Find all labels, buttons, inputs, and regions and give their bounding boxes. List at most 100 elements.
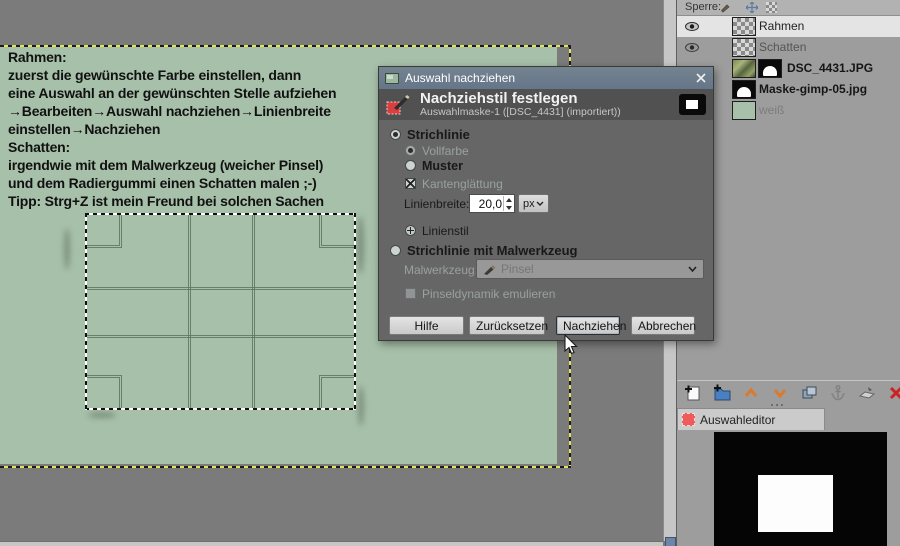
selection-editor-preview[interactable]: [714, 432, 887, 546]
linienstil-label[interactable]: Linienstil: [422, 224, 469, 238]
linienstil-expander-icon[interactable]: [405, 225, 416, 236]
dialog-header-title: Nachziehstil festlegen: [420, 90, 578, 107]
layer-thumbnail[interactable]: [732, 38, 756, 57]
malwerkzeug-dropdown[interactable]: Pinsel: [476, 259, 704, 279]
pinseldynamik-label[interactable]: Pinseldynamik emulieren: [422, 287, 555, 301]
new-layer-icon[interactable]: [684, 384, 702, 402]
eye-icon[interactable]: [685, 22, 699, 31]
vollfarbe-label[interactable]: Vollfarbe: [422, 144, 469, 158]
layer-thumbnail[interactable]: [732, 59, 756, 78]
canvas-text-line: Schatten:: [8, 139, 70, 155]
eye-icon[interactable]: [685, 43, 699, 52]
marching-ants-bottom: [85, 408, 356, 410]
linienbreite-label: Linienbreite:: [404, 197, 470, 211]
canvas-text-line: einstellen→Nachziehen: [8, 121, 161, 137]
nachziehen-button[interactable]: Nachziehen: [556, 316, 626, 335]
canvas-text-line: →Bearbeiten→Auswahl nachziehen→Linienbre…: [8, 103, 331, 119]
canvas-text-line: Rahmen:: [8, 49, 67, 65]
strichlinie-radio[interactable]: [390, 129, 401, 140]
selection-preview-shape: [758, 475, 833, 532]
marching-ants-top: [85, 213, 356, 215]
layer-boundary-top: [0, 45, 571, 47]
layer-thumbnail[interactable]: [732, 80, 756, 99]
stroke-style-icon: [386, 94, 410, 114]
muster-label[interactable]: Muster: [422, 159, 463, 173]
navigation-button[interactable]: [665, 537, 676, 546]
edit-layer-icon[interactable]: [858, 384, 876, 402]
spin-down-icon[interactable]: [506, 206, 512, 210]
brush-icon: [484, 264, 496, 275]
lock-alpha-icon[interactable]: [766, 2, 777, 13]
gimp-dialog-icon: [385, 73, 399, 84]
layer-name[interactable]: weiß: [759, 103, 784, 117]
layer-name[interactable]: Schatten: [759, 40, 806, 54]
duplicate-layer-icon[interactable]: [800, 384, 818, 402]
abbrechen-button[interactable]: Abbrechen: [631, 316, 696, 335]
lock-position-icon[interactable]: [746, 2, 758, 13]
stroke-selection-dialog: Auswahl nachziehen Nachziehstil festlege…: [378, 66, 714, 341]
dialog-header-subtitle: Auswahlmaske-1 ([DSC_4431] (importiert)): [420, 106, 621, 118]
dialog-title: Auswahl nachziehen: [405, 71, 516, 85]
malwerkzeug-label: Malwerkzeug:: [404, 263, 479, 277]
chevron-down-icon: [688, 266, 697, 272]
spin-up-icon[interactable]: [506, 198, 512, 202]
kantenglaettung-checkbox[interactable]: [405, 178, 416, 189]
painted-shadow: [358, 386, 364, 426]
spinner-buttons[interactable]: [503, 196, 513, 211]
layer-thumbnail[interactable]: [732, 101, 756, 120]
tab-auswahleditor[interactable]: Auswahleditor: [677, 408, 825, 430]
layer-name[interactable]: DSC_4431.JPG: [787, 61, 873, 75]
frame-corner: [87, 215, 122, 248]
painted-shadow: [357, 216, 364, 274]
painted-shadow: [88, 412, 116, 418]
layer-mask-thumbnail[interactable]: [758, 59, 782, 78]
vollfarbe-radio[interactable]: [405, 145, 416, 156]
hilfe-button[interactable]: Hilfe: [389, 316, 464, 335]
lower-layer-icon[interactable]: [771, 384, 789, 402]
new-group-icon[interactable]: [713, 384, 731, 402]
zuruecksetzen-button[interactable]: Zurücksetzen: [469, 316, 548, 335]
strichlinie-label[interactable]: Strichlinie: [407, 127, 470, 142]
frame-grid-line: [188, 215, 191, 408]
painted-shadow: [64, 228, 70, 270]
selection-editor-icon: [682, 413, 695, 426]
canvas-text-line: irgendwie mit dem Malwerkzeug (weicher P…: [8, 157, 324, 173]
layer-name[interactable]: Maske-gimp-05.jpg: [759, 82, 867, 96]
frame-corner: [87, 375, 122, 408]
unit-value: px: [523, 197, 535, 210]
canvas-text-line: Tipp: Strg+Z ist mein Freund bei solchen…: [8, 193, 324, 209]
delete-layer-icon[interactable]: [887, 384, 900, 402]
mouse-cursor-icon: [564, 334, 578, 355]
lock-label: Sperre:: [685, 1, 722, 13]
selection-frame[interactable]: [85, 213, 356, 410]
canvas-instructions: Rahmen: zuerst die gewünschte Farbe eins…: [8, 48, 388, 210]
chevron-down-icon: [536, 201, 544, 206]
layers-toolbar: [677, 380, 900, 405]
layer-row-rahmen[interactable]: Rahmen: [677, 16, 900, 37]
raise-layer-icon[interactable]: [742, 384, 760, 402]
unit-dropdown[interactable]: px: [518, 194, 549, 213]
selection-thumbnail: [679, 94, 706, 115]
pinseldynamik-checkbox[interactable]: [405, 288, 416, 299]
frame-grid-line: [87, 287, 354, 290]
canvas-text-line: eine Auswahl an der gewünschten Stelle a…: [8, 85, 337, 101]
layer-name[interactable]: Rahmen: [759, 19, 804, 33]
strichlinie-malwerkzeug-label[interactable]: Strichlinie mit Malwerkzeug: [407, 243, 578, 258]
muster-radio[interactable]: [405, 160, 416, 171]
anchor-icon[interactable]: [829, 384, 847, 402]
linienbreite-input[interactable]: 20,0: [469, 194, 515, 213]
lock-paint-icon[interactable]: [719, 2, 731, 13]
gimp-window: Rahmen: zuerst die gewünschte Farbe eins…: [0, 0, 900, 546]
horizontal-scrollbar[interactable]: [0, 541, 663, 546]
frame-grid-line: [87, 335, 354, 338]
dialog-header-text: Nachziehstil festlegen Auswahlmaske-1 ([…: [420, 91, 621, 118]
strichlinie-malwerkzeug-radio[interactable]: [390, 245, 401, 256]
close-icon[interactable]: [695, 72, 707, 84]
layer-thumbnail[interactable]: [732, 17, 756, 36]
layer-row-schatten[interactable]: Schatten: [677, 37, 900, 58]
lock-row: Sperre:: [677, 0, 900, 16]
frame-corner: [319, 215, 354, 248]
dialog-header: Nachziehstil festlegen Auswahlmaske-1 ([…: [379, 89, 713, 120]
dialog-titlebar[interactable]: Auswahl nachziehen: [379, 67, 713, 89]
kantenglaettung-label[interactable]: Kantenglättung: [422, 177, 503, 191]
